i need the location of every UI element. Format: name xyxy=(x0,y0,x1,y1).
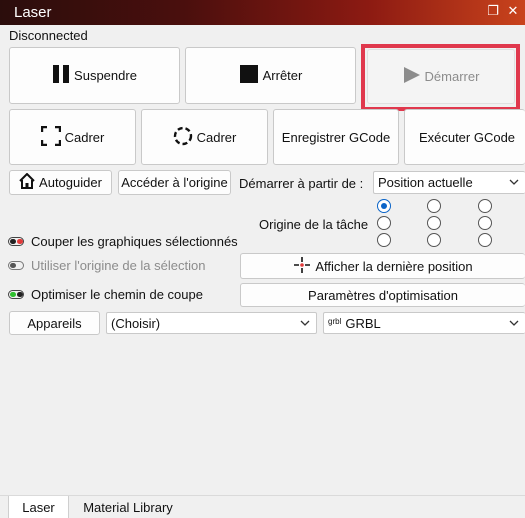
tab-laser-label: Laser xyxy=(22,499,55,515)
chevron-down-icon xyxy=(508,176,520,191)
start-button-highlight xyxy=(361,44,520,111)
origin-radio-middle-left[interactable] xyxy=(377,216,391,230)
job-origin-label: Origine de la tâche xyxy=(259,217,369,232)
show-last-position-label: Afficher la dernière position xyxy=(315,258,473,274)
origin-radio-bottom-left[interactable] xyxy=(377,233,391,247)
cut-selected-label: Couper les graphiques sélectionnés xyxy=(31,234,238,249)
origin-radio-top-left[interactable] xyxy=(377,199,391,213)
frame-circle-icon xyxy=(173,126,193,149)
device-select-value: (Choisir) xyxy=(111,315,161,331)
run-gcode-button[interactable]: Exécuter GCode xyxy=(404,109,525,165)
cut-selected-toggle[interactable] xyxy=(8,237,24,246)
start-from-value: Position actuelle xyxy=(378,175,473,190)
close-icon[interactable]: ✕ xyxy=(506,4,520,18)
goto-origin-label: Accéder à l'origine xyxy=(121,175,228,190)
stop-icon xyxy=(239,64,259,87)
optimize-cut-path-toggle[interactable] xyxy=(8,290,24,299)
tab-laser[interactable]: Laser xyxy=(8,496,69,518)
stop-button[interactable]: Arrêter xyxy=(185,47,356,104)
frame-rect-button[interactable]: Cadrer xyxy=(9,109,136,165)
show-last-position-button[interactable]: Afficher la dernière position xyxy=(240,253,525,279)
origin-radio-center[interactable] xyxy=(427,216,441,230)
start-from-label: Démarrer à partir de : xyxy=(239,176,364,191)
devices-label: Appareils xyxy=(27,315,82,331)
home-icon xyxy=(19,172,35,192)
device-select[interactable]: (Choisir) xyxy=(106,312,317,334)
origin-radio-middle-right[interactable] xyxy=(478,216,492,230)
run-gcode-label: Exécuter GCode xyxy=(418,129,516,145)
connection-status: Disconnected xyxy=(9,28,88,43)
crosshair-icon xyxy=(293,256,311,277)
optimization-settings-label: Paramètres d'optimisation xyxy=(308,287,458,303)
save-gcode-label: Enregistrer GCode xyxy=(281,129,391,145)
origin-radio-bottom-right[interactable] xyxy=(478,233,492,247)
grbl-logo-icon: grbl xyxy=(328,316,342,326)
controller-select[interactable]: grbl GRBL xyxy=(323,312,525,334)
save-gcode-button[interactable]: Enregistrer GCode xyxy=(273,109,399,165)
optimization-settings-button[interactable]: Paramètres d'optimisation xyxy=(240,283,525,307)
restore-window-icon[interactable]: ❐ xyxy=(486,4,500,18)
frame-rectangle-icon xyxy=(40,125,61,149)
pause-label: Suspendre xyxy=(74,68,137,83)
controller-select-value: GRBL xyxy=(345,315,381,331)
origin-radio-bottom-center[interactable] xyxy=(427,233,441,247)
use-selection-origin-toggle[interactable] xyxy=(8,261,24,270)
tab-material-library[interactable]: Material Library xyxy=(72,496,184,518)
home-label: Autoguider xyxy=(39,175,102,190)
pause-icon xyxy=(52,64,70,87)
panel-tab-bar: Laser Material Library xyxy=(0,495,525,518)
home-button[interactable]: Autoguider xyxy=(9,170,112,195)
window-title: Laser xyxy=(14,4,52,21)
goto-origin-button[interactable]: Accéder à l'origine xyxy=(118,170,231,195)
chevron-down-icon xyxy=(299,317,311,332)
origin-radio-top-right[interactable] xyxy=(478,199,492,213)
frame-rect-label: Cadrer xyxy=(64,129,105,145)
use-selection-origin-label: Utiliser l'origine de la sélection xyxy=(31,258,206,273)
frame-circle-button[interactable]: Cadrer xyxy=(141,109,268,165)
chevron-down-icon xyxy=(508,317,520,332)
origin-radio-top-center[interactable] xyxy=(427,199,441,213)
devices-button[interactable]: Appareils xyxy=(9,311,100,335)
start-from-select[interactable]: Position actuelle xyxy=(373,171,525,194)
frame-circle-label: Cadrer xyxy=(196,129,237,145)
pause-button[interactable]: Suspendre xyxy=(9,47,180,104)
optimize-cut-path-label: Optimiser le chemin de coupe xyxy=(31,287,203,302)
window-titlebar: Laser ❐ ✕ xyxy=(0,0,525,25)
tab-material-library-label: Material Library xyxy=(83,500,173,515)
stop-label: Arrêter xyxy=(262,68,303,83)
